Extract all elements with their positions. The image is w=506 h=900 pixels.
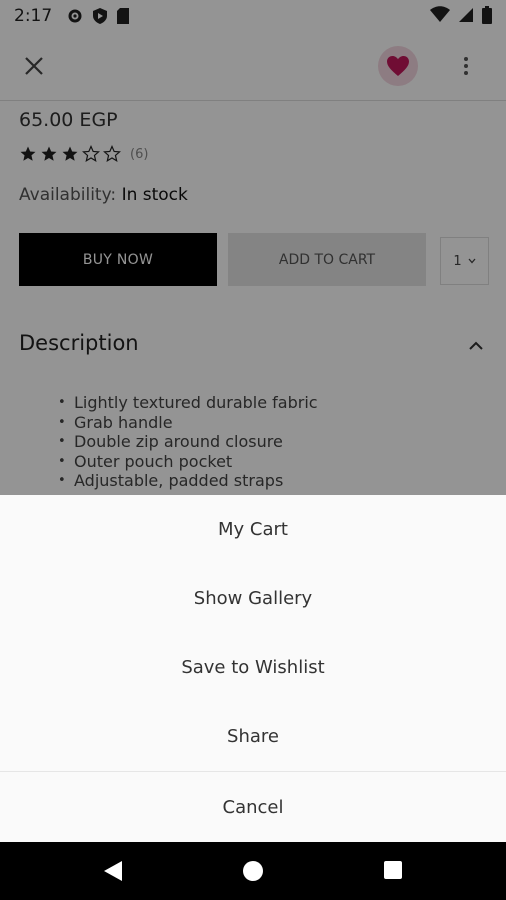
menu-item-share[interactable]: Share: [0, 702, 506, 771]
bottom-sheet-menu: My Cart Show Gallery Save to Wishlist Sh…: [0, 495, 506, 843]
recent-apps-button[interactable]: [384, 861, 402, 879]
product-page: 2:17 65.00 EGP (6) Availability: In stoc…: [0, 0, 506, 900]
home-button[interactable]: [243, 861, 263, 881]
menu-item-save-to-wishlist[interactable]: Save to Wishlist: [0, 633, 506, 702]
menu-item-my-cart[interactable]: My Cart: [0, 495, 506, 564]
menu-item-show-gallery[interactable]: Show Gallery: [0, 564, 506, 633]
system-nav-bar: [0, 842, 506, 900]
dim-overlay[interactable]: [0, 0, 506, 495]
back-icon[interactable]: [103, 860, 123, 882]
cancel-button[interactable]: Cancel: [0, 771, 506, 843]
